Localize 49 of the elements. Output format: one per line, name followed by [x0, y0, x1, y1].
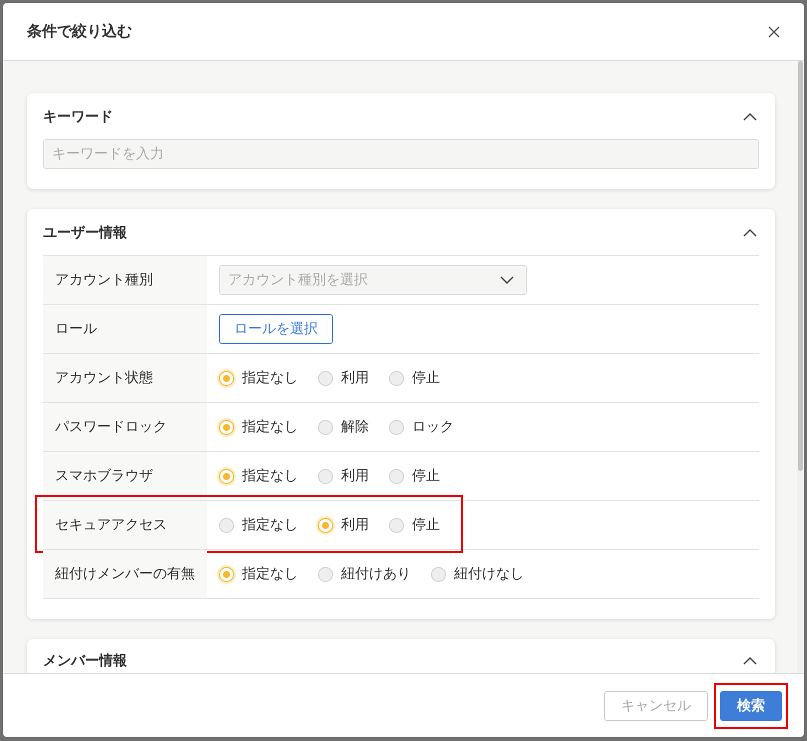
field-label: セキュアアクセス — [55, 516, 167, 534]
radio-button[interactable] — [389, 420, 404, 434]
radio-button[interactable] — [318, 518, 333, 532]
radio-button[interactable] — [318, 370, 333, 386]
section-title: キーワード — [43, 108, 113, 127]
field-label: スマホブラウザ — [55, 467, 153, 485]
radio-button[interactable] — [318, 566, 333, 582]
field-label: 紐付けメンバーの有無 — [55, 565, 195, 583]
radio-label[interactable]: 指定なし — [242, 565, 298, 583]
dialog-title: 条件で絞り込む — [27, 22, 132, 41]
radio-button[interactable] — [219, 566, 234, 582]
radio-label[interactable]: 停止 — [412, 467, 440, 485]
radio-button[interactable] — [219, 468, 234, 484]
radio-label[interactable]: 停止 — [412, 516, 440, 534]
radio-label[interactable]: 指定なし — [242, 418, 298, 436]
field-label: アカウント状態 — [55, 369, 153, 387]
keyword-field[interactable]: キーワードを入力 — [43, 139, 759, 169]
chevron-up-icon[interactable] — [743, 229, 757, 237]
radio-button[interactable] — [318, 420, 333, 434]
radio-button[interactable] — [219, 518, 234, 532]
field-label: パスワードロック — [55, 418, 167, 436]
caret-icon — [500, 276, 514, 284]
close-icon[interactable] — [768, 26, 780, 38]
field-label: アカウント種別 — [55, 271, 153, 289]
radio-label[interactable]: 利用 — [341, 516, 369, 534]
role-select-button[interactable]: ロールを選択 — [219, 314, 333, 344]
radio-label[interactable]: 指定なし — [242, 369, 298, 387]
chevron-up-icon[interactable] — [743, 657, 757, 665]
radio-button[interactable] — [389, 468, 404, 484]
radio-label[interactable]: 紐付けあり — [341, 565, 411, 583]
radio-label[interactable]: 停止 — [412, 369, 440, 387]
radio-button[interactable] — [389, 370, 404, 386]
section-title: ユーザー情報 — [43, 224, 127, 243]
search-button[interactable]: 検索 — [720, 690, 782, 720]
radio-label[interactable]: 紐付けなし — [454, 565, 524, 583]
section-title: メンバー情報 — [43, 652, 127, 671]
radio-button[interactable] — [431, 566, 446, 582]
radio-button[interactable] — [389, 518, 404, 532]
radio-label[interactable]: 利用 — [341, 369, 369, 387]
chevron-up-icon[interactable] — [743, 113, 757, 121]
radio-button[interactable] — [219, 420, 234, 434]
radio-button[interactable] — [318, 468, 333, 484]
radio-label[interactable]: 指定なし — [242, 516, 298, 534]
radio-label[interactable]: 利用 — [341, 467, 369, 485]
radio-button[interactable] — [219, 370, 234, 386]
radio-label[interactable]: 解除 — [341, 418, 369, 436]
field-label: ロール — [55, 320, 97, 338]
radio-label[interactable]: 指定なし — [242, 467, 298, 485]
radio-label[interactable]: ロック — [412, 418, 454, 436]
